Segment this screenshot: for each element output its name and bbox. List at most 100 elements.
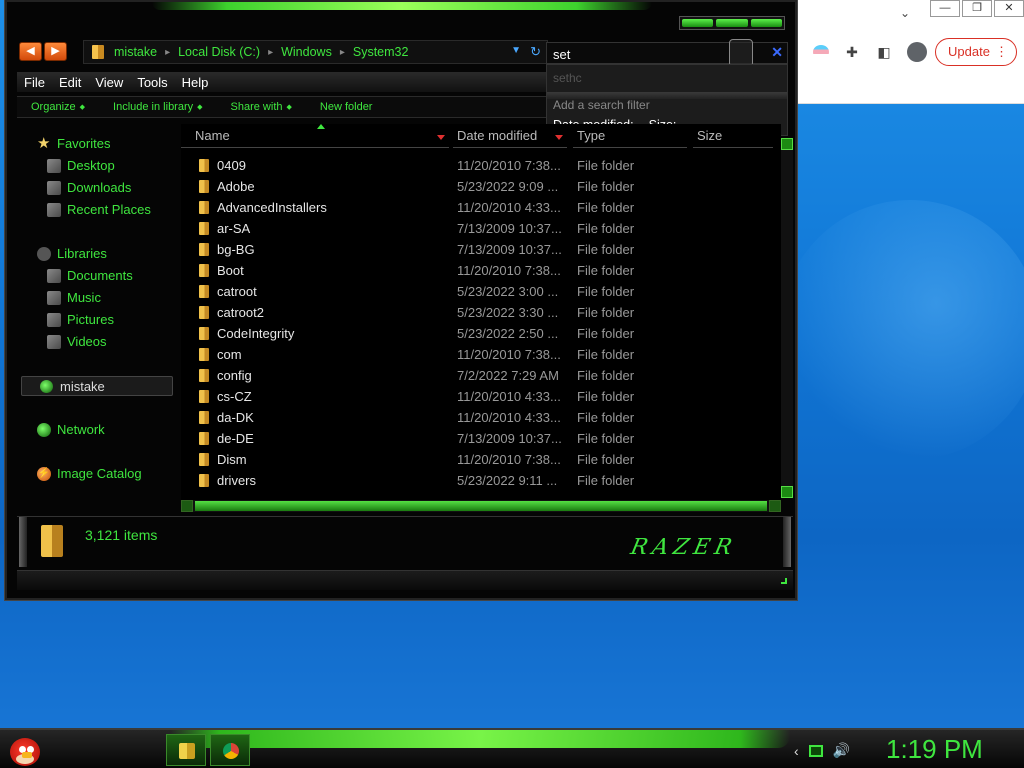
scroll-up-button[interactable]	[781, 138, 793, 150]
extension-flag-icon[interactable]	[813, 45, 829, 59]
column-header-size[interactable]: Size	[693, 128, 773, 148]
profile-avatar-icon[interactable]	[907, 42, 927, 62]
breadcrumb-mistake[interactable]: mistake	[114, 45, 157, 59]
breadcrumb-windows[interactable]: Windows	[281, 45, 332, 59]
nav-mistake[interactable]: mistake	[21, 376, 173, 396]
folder-icon	[199, 306, 209, 319]
nav-videos[interactable]: Videos	[47, 334, 107, 349]
menu-tools[interactable]: Tools	[130, 72, 174, 92]
column-filter-arrow-icon[interactable]	[437, 135, 445, 140]
file-name: cs-CZ	[217, 389, 252, 404]
table-row[interactable]: 0409 11/20/2010 7:38... File folder	[181, 156, 781, 177]
nav-music[interactable]: Music	[47, 290, 101, 305]
table-row[interactable]: da-DK 11/20/2010 4:33... File folder	[181, 408, 781, 429]
table-row[interactable]: cs-CZ 11/20/2010 4:33... File folder	[181, 387, 781, 408]
table-row[interactable]: de-DE 7/13/2009 10:37... File folder	[181, 429, 781, 450]
column-header-type[interactable]: Type	[573, 128, 687, 148]
back-button[interactable]: ◀	[19, 42, 42, 61]
menu-help[interactable]: Help	[175, 72, 216, 92]
address-dropdown-icon[interactable]: ▼	[511, 45, 521, 56]
chrome-update-button[interactable]: Update ⋮	[935, 38, 1017, 66]
include-label: Include in library	[113, 101, 194, 113]
menu-edit[interactable]: Edit	[52, 72, 88, 92]
breadcrumb-local-disk[interactable]: Local Disk (C:)	[178, 45, 260, 59]
scroll-down-button[interactable]	[781, 486, 793, 498]
nav-desktop[interactable]: Desktop	[47, 158, 115, 173]
nav-documents[interactable]: Documents	[47, 268, 133, 283]
file-name: com	[217, 347, 242, 362]
address-bar[interactable]: mistake ▸ Local Disk (C:) ▸ Windows ▸ Sy…	[83, 40, 548, 64]
recent-places-icon	[47, 202, 61, 217]
organize-button[interactable]: Organize ◆	[17, 101, 99, 113]
taskbar-clock[interactable]: 1:19 PM	[886, 734, 983, 765]
breadcrumb-separator[interactable]: ▸	[165, 47, 170, 58]
more-menu-icon[interactable]: ⋮	[995, 39, 1008, 65]
table-row[interactable]: drivers 5/23/2022 9:11 ... File folder	[181, 471, 781, 492]
table-row[interactable]: catroot 5/23/2022 3:00 ... File folder	[181, 282, 781, 303]
scroll-right-button[interactable]	[769, 500, 781, 512]
taskbar-green-accent	[170, 730, 790, 748]
volume-icon[interactable]: 🔊	[833, 742, 850, 759]
chrome-restore-button[interactable]: ❐	[962, 0, 992, 17]
search-suggestion-item[interactable]: sethc	[553, 71, 582, 85]
search-input[interactable]	[553, 46, 753, 62]
file-type: File folder	[577, 200, 635, 215]
menu-file[interactable]: File	[17, 72, 52, 92]
nav-downloads[interactable]: Downloads	[47, 180, 131, 195]
table-row[interactable]: CodeIntegrity 5/23/2022 2:50 ... File fold…	[181, 324, 781, 345]
resize-grip-icon[interactable]	[781, 578, 787, 584]
clear-search-icon[interactable]: ✕	[771, 44, 783, 61]
folder-icon	[199, 327, 209, 340]
breadcrumb-separator[interactable]: ▸	[340, 47, 345, 58]
system-tray: ‹ 🔊	[794, 742, 850, 759]
horizontal-scrollbar[interactable]	[181, 500, 781, 512]
add-search-filter-label: Add a search filter	[553, 98, 650, 112]
side-panel-icon[interactable]: ◧	[875, 43, 893, 61]
nav-recent-places[interactable]: Recent Places	[47, 202, 151, 217]
table-row[interactable]: Boot 11/20/2010 7:38... File folder	[181, 261, 781, 282]
table-row[interactable]: AdvancedInstallers 11/20/2010 4:33... File…	[181, 198, 781, 219]
breadcrumb-separator[interactable]: ▸	[268, 47, 273, 58]
breadcrumb-system32[interactable]: System32	[353, 45, 409, 59]
nav-image-catalog[interactable]: ⚡ Image Catalog	[37, 466, 142, 481]
new-folder-button[interactable]: New folder	[306, 101, 387, 113]
include-in-library-button[interactable]: Include in library ◆	[99, 101, 216, 113]
maximize-button[interactable]	[716, 19, 748, 27]
refresh-icon[interactable]: ↻	[530, 44, 541, 60]
extensions-puzzle-icon[interactable]: ✚	[843, 43, 861, 61]
taskbar-chrome-button[interactable]	[210, 734, 250, 766]
table-row[interactable]: com 11/20/2010 7:38... File folder	[181, 345, 781, 366]
share-with-button[interactable]: Share with ◆	[217, 101, 306, 113]
nav-network[interactable]: Network	[37, 422, 105, 437]
file-type: File folder	[577, 452, 635, 467]
column-header-name[interactable]: Name	[181, 128, 449, 148]
table-row[interactable]: Adobe 5/23/2022 9:09 ... File folder	[181, 177, 781, 198]
column-filter-arrow-icon[interactable]	[555, 135, 563, 140]
window-top-accent	[152, 2, 652, 10]
column-header-date[interactable]: Date modified	[453, 128, 567, 148]
table-row[interactable]: Dism 11/20/2010 7:38... File folder	[181, 450, 781, 471]
close-button[interactable]	[750, 19, 782, 27]
file-name: 0409	[217, 158, 246, 173]
tray-chevron-icon[interactable]: ‹	[794, 743, 799, 759]
search-box[interactable]: ✕	[546, 39, 788, 67]
table-row[interactable]: catroot2 5/23/2022 3:30 ... File folder	[181, 303, 781, 324]
chrome-close-button[interactable]: ✕	[994, 0, 1024, 17]
forward-button[interactable]: ▶	[44, 42, 67, 61]
menu-view[interactable]: View	[88, 72, 130, 92]
minimize-button[interactable]	[682, 19, 714, 27]
table-row[interactable]: config 7/2/2022 7:29 AM File folder	[181, 366, 781, 387]
table-row[interactable]: ar-SA 7/13/2009 10:37... File folder	[181, 219, 781, 240]
chrome-minimize-button[interactable]: —	[930, 0, 960, 17]
vertical-scrollbar[interactable]	[781, 138, 793, 498]
scroll-left-button[interactable]	[181, 500, 193, 512]
table-row[interactable]: bg-BG 7/13/2009 10:37... File folder	[181, 240, 781, 261]
nav-libraries[interactable]: Libraries	[37, 246, 107, 261]
taskbar-explorer-button[interactable]	[166, 734, 206, 766]
tab-search-chevron-icon[interactable]: ⌄	[900, 6, 910, 20]
network-tray-icon[interactable]	[808, 744, 823, 757]
start-button-angry-bird-icon[interactable]	[8, 730, 42, 766]
nav-pictures[interactable]: Pictures	[47, 312, 114, 327]
horizontal-scroll-thumb[interactable]	[195, 501, 767, 511]
nav-favorites[interactable]: ★ Favorites	[37, 136, 110, 152]
